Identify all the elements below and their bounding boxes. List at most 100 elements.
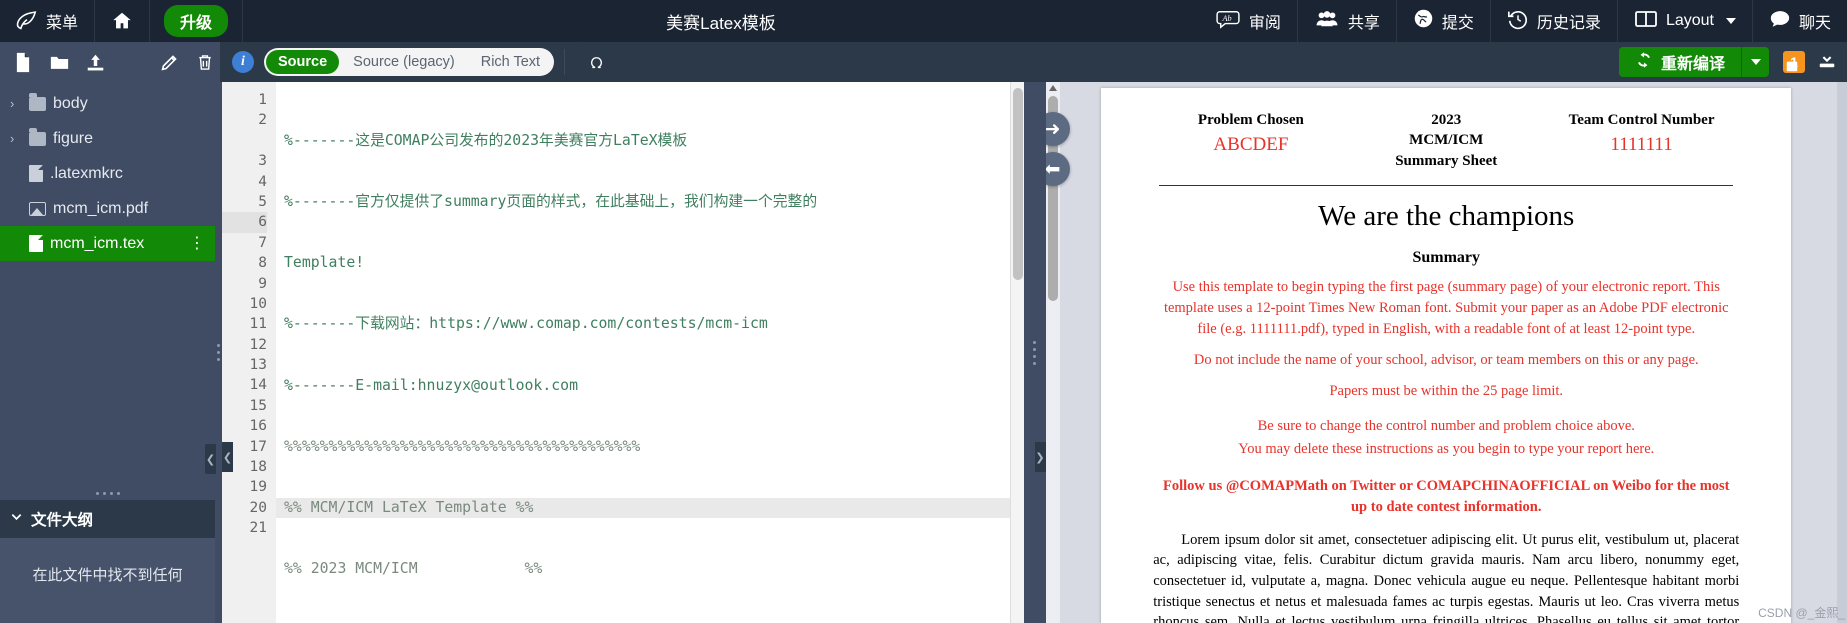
line-number: 11 <box>249 316 267 333</box>
file-actions-group <box>0 42 220 82</box>
menu-label: 菜单 <box>46 15 79 32</box>
file-outline-header[interactable]: 文件大纲 <box>0 500 215 538</box>
code-line: %-------E-mail:hnuzyx@outlook.com <box>284 376 578 394</box>
editor-collapse-button[interactable]: ❮ <box>222 442 233 472</box>
share-label: 共享 <box>1347 15 1380 32</box>
pdf-prev-button[interactable]: ⬅ <box>1045 152 1070 186</box>
new-file-button[interactable] <box>8 47 38 77</box>
pdf-collapse-button[interactable]: ❯ <box>1034 442 1046 472</box>
file-tree-item-mcm-icm-tex[interactable]: mcm_icm.tex ⋮ <box>0 226 215 261</box>
chat-bubble-icon <box>1769 9 1791 33</box>
layout-button[interactable]: Layout <box>1618 0 1753 42</box>
new-folder-button[interactable] <box>44 47 74 77</box>
team-control-number-value: 1111111 <box>1610 134 1673 156</box>
compile-group: 重新编译 1 <box>1618 47 1847 77</box>
line-number: 5 <box>258 193 267 210</box>
line-number: 2 <box>258 112 267 129</box>
editor-pdf-splitter[interactable]: ❯ <box>1023 82 1046 623</box>
line-number: 20 <box>249 499 267 516</box>
svg-text:Ab: Ab <box>1221 13 1231 22</box>
chevron-down-icon <box>10 510 23 528</box>
mode-source[interactable]: Source <box>266 50 340 74</box>
sidebar-collapse-button[interactable]: ❮ <box>205 444 216 474</box>
chat-button[interactable]: 聊天 <box>1753 0 1847 42</box>
line-number-current: 6 <box>222 212 267 233</box>
file-tree-item-figure[interactable]: › figure <box>0 121 215 156</box>
pdf-instruction-paragraph: Be sure to change the control number and… <box>1257 417 1635 434</box>
line-number: 13 <box>249 357 267 374</box>
code-line: %%%%%%%%%%%%%%%%%%%%%%%%%%%%%%%%%%%%%%%% <box>284 437 641 455</box>
line-number: 4 <box>258 173 267 190</box>
submit-button[interactable]: 提交 <box>1397 0 1491 42</box>
menu-button[interactable]: 菜单 <box>0 0 96 42</box>
code-line: %-------这是COMAP公司发布的2023年美赛官方LaTeX模板 <box>284 131 688 149</box>
sidebar-vertical-resize-handle[interactable] <box>0 486 215 500</box>
file-tree: › body › figure .latexmkrc mcm_icm.pdf m… <box>0 82 215 486</box>
editor-scrollbar[interactable] <box>1009 82 1024 623</box>
mode-rich-text[interactable]: Rich Text <box>469 50 552 74</box>
download-pdf-button[interactable] <box>1817 50 1837 75</box>
line-number: 21 <box>249 520 267 537</box>
chevron-right-icon[interactable]: › <box>10 131 22 146</box>
editor-scrollbar-thumb[interactable] <box>1012 88 1023 280</box>
upgrade-button-wrapper: 升级 <box>150 0 244 42</box>
editor-code-content[interactable]: %-------这是COMAP公司发布的2023年美赛官方LaTeX模板 %--… <box>276 82 1024 623</box>
code-line-text: %% MCM/ICM LaTeX Template %% <box>284 499 534 517</box>
chevron-down-icon <box>1725 18 1736 24</box>
file-name: mcm_icm.pdf <box>53 199 149 217</box>
file-tree-item-mcm-icm-pdf[interactable]: mcm_icm.pdf <box>0 191 215 226</box>
file-name: figure <box>53 129 94 147</box>
layout-columns-icon <box>1634 9 1658 34</box>
pdf-preview-pane[interactable]: ➜ ⬅ Problem Chosen ABCDEF 2023 MCM/ICM S… <box>1045 82 1847 623</box>
file-tree-item-body[interactable]: › body <box>0 86 215 121</box>
file-menu-kebab-icon[interactable]: ⋮ <box>189 235 205 252</box>
share-button[interactable]: 共享 <box>1298 0 1397 42</box>
code-line-current: %% MCM/ICM LaTeX Template %% <box>276 498 1024 519</box>
submit-label: 提交 <box>1441 15 1474 32</box>
problem-chosen-label: Problem Chosen <box>1197 112 1304 128</box>
symbol-palette-button[interactable] <box>579 47 613 77</box>
compile-log-button[interactable]: 1 <box>1783 51 1805 73</box>
pdf-instruction-paragraph: Papers must be within the 25 page limit. <box>1329 382 1564 399</box>
line-number: 8 <box>258 255 267 272</box>
line-number: 10 <box>249 295 267 312</box>
toolbar-divider <box>564 49 566 75</box>
upload-button[interactable] <box>80 47 110 77</box>
recompile-label: 重新编译 <box>1660 56 1725 73</box>
summary-sheet-contest: MCM/ICM <box>1409 132 1484 149</box>
chevron-right-icon[interactable]: › <box>10 96 22 111</box>
history-button[interactable]: 历史记录 <box>1491 0 1618 42</box>
file-outline-title: 文件大纲 <box>31 512 94 529</box>
pdf-document-title: We are the champions <box>1318 199 1575 232</box>
line-number: 7 <box>258 234 267 251</box>
pdf-page: Problem Chosen ABCDEF 2023 MCM/ICM Summa… <box>1101 88 1792 623</box>
rename-button[interactable] <box>154 47 184 77</box>
line-number: 9 <box>258 275 267 292</box>
code-editor[interactable]: 1 2 3 4 5 6 7 8 9 10 11 12 13 14 15 16 1… <box>222 82 1024 623</box>
line-number: 3 <box>258 153 267 170</box>
delete-button[interactable] <box>190 47 220 77</box>
editor-mode-switch: Source Source (legacy) Rich Text <box>264 48 555 76</box>
recompile-button[interactable]: 重新编译 <box>1618 47 1741 77</box>
review-button[interactable]: Ab 审阅 <box>1199 0 1298 42</box>
file-name: body <box>53 94 88 112</box>
pdf-lorem-paragraph: Lorem ipsum dolor sit amet, consectetuer… <box>1153 531 1740 623</box>
document-icon <box>29 165 43 182</box>
folder-icon <box>29 127 46 146</box>
chat-label: 聊天 <box>1798 15 1831 32</box>
file-tree-item-latexmkrc[interactable]: .latexmkrc <box>0 156 215 191</box>
scroll-up-arrow-icon[interactable] <box>1048 85 1057 91</box>
pdf-next-button[interactable]: ➜ <box>1045 112 1070 146</box>
upgrade-button[interactable]: 升级 <box>164 5 229 37</box>
recompile-options-button[interactable] <box>1741 47 1769 77</box>
review-ab-icon: Ab <box>1215 9 1241 34</box>
home-button[interactable] <box>95 0 151 42</box>
code-line-wrapped: Template! <box>284 254 365 272</box>
sidebar-editor-splitter[interactable] <box>215 82 222 623</box>
mode-source-legacy[interactable]: Source (legacy) <box>341 50 467 74</box>
refresh-icon <box>1635 51 1653 74</box>
problem-chosen-value: ABCDEF <box>1213 134 1289 156</box>
line-number: 12 <box>249 336 267 353</box>
tex-file-icon <box>29 235 43 252</box>
info-icon[interactable]: i <box>232 51 254 73</box>
